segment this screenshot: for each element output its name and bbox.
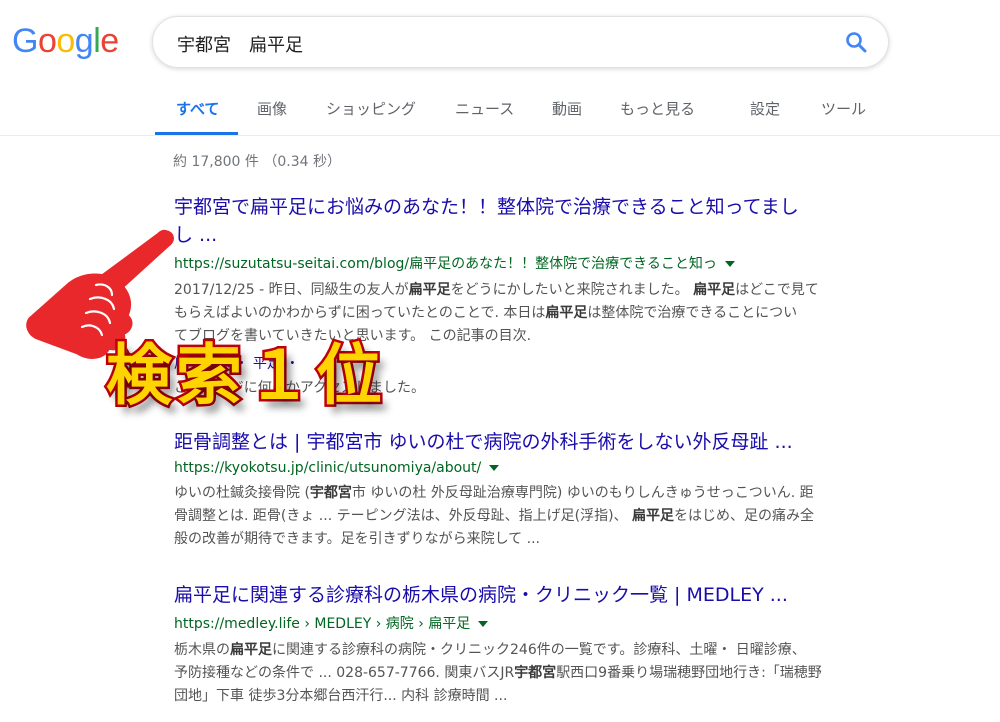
tab-news[interactable]: ニュース: [455, 98, 514, 119]
dropdown-arrow-icon[interactable]: [724, 261, 735, 267]
logo-letter: G: [12, 22, 38, 60]
result-url[interactable]: https://kyokotsu.jp/clinic/utsunomiya/ab…: [174, 460, 874, 476]
tab-tools[interactable]: ツール: [821, 98, 866, 119]
logo-letter: l: [93, 22, 101, 60]
result-title-line[interactable]: 宇都宮で扁平足にお悩みのあなた！！整体院で治療できること知ってまし: [174, 193, 874, 221]
logo-letter: e: [100, 22, 119, 60]
result-snippet: 栃木県の扁平足に関連する診療科の病院・クリニック246件の一覧です。診療科、土曜…: [174, 639, 874, 708]
result-title-link[interactable]: 宇都宮で扁平足にお悩みのあなた！！整体院で治療できること知ってまし し ...: [174, 193, 874, 249]
result-title-link[interactable]: 距骨調整とは | 宇都宮市 ゆいの杜で病院の外科手術をしない外反母趾 ...: [174, 428, 874, 456]
snippet-line: 般の改善が期待できます。足を引きずりながら来院して ...: [174, 531, 540, 547]
search-result: 扁平足に関連する診療科の栃木県の病院・クリニック一覧 | MEDLEY ... …: [174, 581, 874, 708]
logo-letter: o: [37, 22, 57, 60]
tab-all[interactable]: すべて: [176, 98, 219, 119]
snippet-line: 2017/12/25 - 昨日、同級生の友人が扁平足をどうにかしたいと来院されま…: [174, 282, 819, 298]
result-snippet: ゆいの杜鍼灸接骨院 (宇都宮市 ゆいの杜 外反母趾治療専門院) ゆいのもりしんき…: [174, 482, 874, 551]
logo-letter: o: [56, 22, 75, 60]
snippet-line: ゆいの杜鍼灸接骨院 (宇都宮市 ゆいの杜 外反母趾治療専門院) ゆいのもりしんき…: [174, 485, 814, 501]
search-box[interactable]: 宇都宮 扁平足: [152, 16, 889, 68]
tab-videos[interactable]: 動画: [552, 98, 582, 119]
ranking-badge-text: 検索１位: [104, 335, 386, 417]
result-title-line[interactable]: し ...: [174, 221, 874, 249]
result-url[interactable]: https://suzutatsu-seitai.com/blog/扁平足のあな…: [174, 253, 874, 273]
search-input[interactable]: 宇都宮 扁平足: [177, 31, 303, 57]
dropdown-arrow-icon[interactable]: [478, 621, 489, 627]
result-url-text[interactable]: https://medley.life › MEDLEY › 病院 › 扁平足: [174, 616, 470, 632]
snippet-line: 骨調整とは. 距骨(きょ ... テーピング法は、外反母趾、指上げ足(浮指)、 …: [174, 508, 814, 524]
tab-images[interactable]: 画像: [257, 98, 287, 119]
result-url-text[interactable]: https://kyokotsu.jp/clinic/utsunomiya/ab…: [174, 460, 481, 476]
tab-shopping[interactable]: ショッピング: [326, 98, 416, 119]
dropdown-arrow-icon[interactable]: [489, 465, 500, 471]
result-url[interactable]: https://medley.life › MEDLEY › 病院 › 扁平足: [174, 613, 874, 633]
tab-more[interactable]: もっと見る: [620, 98, 695, 119]
result-url-text[interactable]: https://suzutatsu-seitai.com/blog/扁平足のあな…: [174, 256, 717, 272]
tab-settings[interactable]: 設定: [750, 98, 780, 119]
snippet-line: 予防接種などの条件で ... 028-657-7766. 関東バスJR宇都宮駅西…: [174, 665, 822, 681]
result-title-link[interactable]: 扁平足に関連する診療科の栃木県の病院・クリニック一覧 | MEDLEY ...: [174, 581, 874, 609]
result-stats: 約 17,800 件 （0.34 秒）: [173, 154, 341, 170]
snippet-line: 栃木県の扁平足に関連する診療科の病院・クリニック246件の一覧です。診療科、土曜…: [174, 642, 806, 658]
google-logo[interactable]: Google: [12, 22, 119, 61]
logo-letter: g: [74, 22, 94, 60]
search-icon[interactable]: [844, 30, 868, 54]
header-divider: [0, 135, 1000, 136]
search-result: 距骨調整とは | 宇都宮市 ゆいの杜で病院の外科手術をしない外反母趾 ... h…: [174, 428, 874, 551]
snippet-line: 団地」下車 徒歩3分本郷台西汗行... 内科 診療時間 ...: [174, 688, 508, 704]
